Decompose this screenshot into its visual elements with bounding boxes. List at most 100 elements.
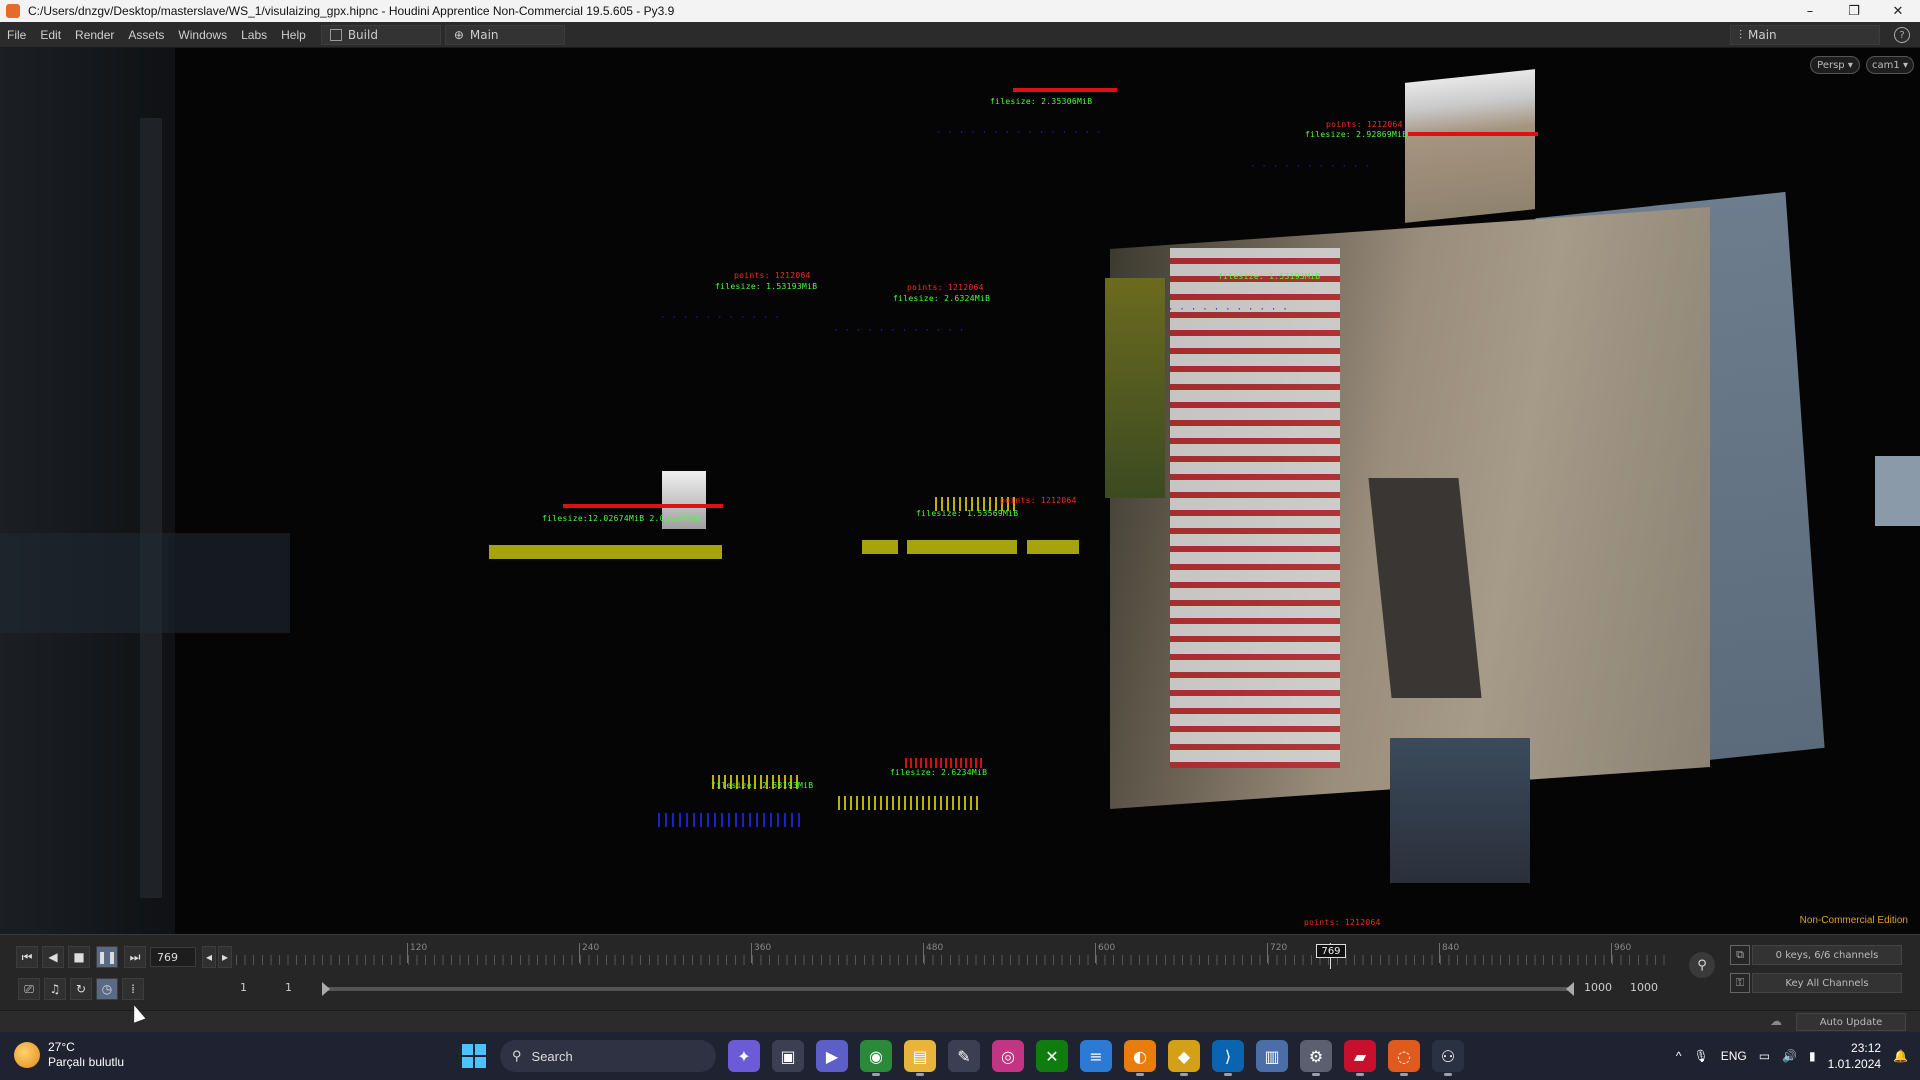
step-forward-button[interactable]: ▸: [218, 946, 232, 968]
audio-icon[interactable]: ♫: [44, 978, 66, 1000]
maximize-button[interactable]: ❐: [1832, 0, 1876, 22]
range-end-field[interactable]: 1000: [1584, 981, 1612, 994]
chrome-icon[interactable]: ◉: [860, 1040, 892, 1076]
desktop-selector[interactable]: Build: [320, 24, 441, 45]
window-controls: – ❐ ✕: [1788, 0, 1920, 22]
menu-windows[interactable]: Windows: [171, 28, 234, 42]
edition-watermark: Non-Commercial Edition: [1799, 915, 1908, 926]
instagram-icon[interactable]: ◎: [992, 1040, 1024, 1072]
range-end-field-2[interactable]: 1000: [1630, 981, 1658, 994]
chevron-up-icon[interactable]: ^: [1676, 1049, 1682, 1063]
step-back-button[interactable]: ◂: [202, 946, 216, 968]
range-knob-left[interactable]: [322, 982, 330, 996]
battery-icon[interactable]: ▮: [1809, 1049, 1816, 1063]
range-start-field-2[interactable]: 1: [285, 981, 292, 994]
taskbar-clock[interactable]: 23:12 1.01.2024: [1828, 1040, 1881, 1072]
blue-point-label: · · · · · · · · · · · ·: [833, 326, 965, 336]
timeline-tick-label: 480: [926, 943, 944, 953]
window-title: C:/Users/dnzgv/Desktop/masterslave/WS_1/…: [28, 4, 675, 18]
language-indicator[interactable]: ENG: [1721, 1049, 1747, 1063]
key-all-icon[interactable]: ⚿: [1730, 973, 1750, 993]
pane-selector[interactable]: ⊕ Main: [444, 24, 565, 45]
blender-icon[interactable]: ◐: [1124, 1040, 1156, 1076]
settings-icon[interactable]: ⚙: [1300, 1040, 1332, 1076]
vscode-icon[interactable]: ⟩: [1212, 1040, 1244, 1076]
bars-icon: ⫶: [1739, 27, 1743, 42]
weather-widget[interactable]: 27°C Parçalı bulutlu: [14, 1040, 124, 1070]
gpx-tick-cluster-blue: [658, 813, 803, 827]
start-button-icon[interactable]: [462, 1044, 486, 1068]
loop-icon[interactable]: ↻: [70, 978, 92, 1000]
viewport-fog-band: [0, 533, 290, 633]
play-reverse-button[interactable]: ◀: [42, 946, 64, 968]
acrobat-icon[interactable]: ▰: [1344, 1040, 1376, 1076]
menu-labs[interactable]: Labs: [234, 28, 274, 42]
key-all-channels-button[interactable]: Key All Channels: [1752, 973, 1902, 993]
pane-label: Main: [469, 27, 499, 42]
range-knob-right[interactable]: [1566, 982, 1574, 996]
scene-viewport[interactable]: Persp ▾ cam1 ▾ filesize: 2.35306MiB · · …: [0, 48, 1920, 934]
points-label: points: 1212064: [1326, 120, 1403, 129]
window-titlebar: C:/Users/dnzgv/Desktop/masterslave/WS_1/…: [0, 0, 1920, 22]
timeline-major-tick: [751, 943, 752, 963]
clock-icon[interactable]: ◷: [96, 978, 118, 1000]
blue-point-label: · · · · · · · · · · · · · · ·: [936, 128, 1102, 138]
filesize-label: filesize: 2.92869MiB: [1305, 130, 1408, 139]
right-desktop-selector[interactable]: ⫶ Main: [1730, 25, 1880, 45]
realtime-toggle[interactable]: ⎚: [18, 978, 40, 1000]
menu-edit[interactable]: Edit: [33, 28, 68, 42]
taskbar-search-label: Search: [531, 1048, 573, 1064]
steam-icon[interactable]: ⚇: [1432, 1040, 1464, 1076]
desktop-icon: [329, 28, 342, 41]
menu-help[interactable]: Help: [274, 28, 313, 42]
notepad-icon[interactable]: ≡: [1080, 1040, 1112, 1072]
task-view-icon[interactable]: ▣: [772, 1040, 804, 1072]
xbox-icon[interactable]: ✕: [1036, 1040, 1068, 1072]
feather-app-icon[interactable]: ✎: [948, 1040, 980, 1072]
git-icon[interactable]: ◆: [1168, 1040, 1200, 1076]
viewport-fog-bar: [140, 118, 162, 898]
minimize-button[interactable]: –: [1788, 0, 1832, 22]
menu-assets[interactable]: Assets: [121, 28, 171, 42]
taskbar-search[interactable]: ⚲ Search: [500, 1040, 716, 1072]
menu-render[interactable]: Render: [68, 28, 121, 42]
keys-icon[interactable]: ⧉: [1730, 945, 1750, 965]
file-explorer-icon[interactable]: ▤: [904, 1040, 936, 1076]
scoped-search-icon[interactable]: ⚲: [1689, 952, 1715, 978]
filesize-label: filesize: 2.35306MiB: [990, 97, 1093, 106]
close-button[interactable]: ✕: [1876, 0, 1920, 22]
houdini-app-icon: [6, 4, 20, 18]
current-frame-field[interactable]: 769: [150, 947, 196, 967]
microphone-icon[interactable]: 🎙: [1694, 1049, 1709, 1063]
widgets-icon[interactable]: ✦: [728, 1040, 760, 1072]
network-icon[interactable]: ▭: [1759, 1049, 1770, 1063]
timeline-tick-label: 360: [754, 943, 772, 953]
volume-icon[interactable]: 🔊: [1782, 1049, 1797, 1063]
timeline-major-tick: [407, 943, 408, 963]
filesize-label: filesize: 1.53569MiB: [916, 509, 1019, 518]
help-icon[interactable]: ?: [1894, 27, 1910, 43]
jump-start-button[interactable]: ⏮: [16, 946, 38, 968]
teams-icon[interactable]: ▶: [816, 1040, 848, 1072]
blue-point-label: · · · · · · · · · · ·: [1168, 305, 1289, 315]
stop-button[interactable]: ■: [68, 946, 90, 968]
notification-bell-icon[interactable]: 🔔: [1893, 1049, 1908, 1063]
timeline-major-tick: [1095, 943, 1096, 963]
timeline-tick-label: 840: [1442, 943, 1460, 953]
timeline-tick-label: 960: [1614, 943, 1632, 953]
sticky-app-icon[interactable]: ▥: [1256, 1040, 1288, 1072]
frame-range-slider[interactable]: [322, 982, 1574, 996]
range-start-field[interactable]: 1: [240, 981, 247, 994]
right-desktop-label: Main: [1748, 28, 1777, 42]
filesize-label: filesize: 2.53193MiB: [711, 781, 814, 790]
timeline-scrubber[interactable]: 120 240 360 480 600 720 840 960 769: [236, 943, 1666, 969]
pause-button[interactable]: ❚❚: [96, 946, 118, 968]
houdini-taskbar-icon[interactable]: ◌: [1388, 1040, 1420, 1076]
keys-channels-dropdown[interactable]: 0 keys, 6/6 channels: [1752, 945, 1902, 965]
points-label: points: 1212064: [1304, 918, 1381, 927]
auto-update-dropdown[interactable]: Auto Update: [1796, 1013, 1906, 1031]
menu-file[interactable]: File: [0, 28, 33, 42]
jump-end-button[interactable]: ⏭: [124, 946, 146, 968]
frame-step-icon[interactable]: ⁞: [122, 978, 144, 1000]
filesize-label: filesize: 2.6234MiB: [890, 768, 988, 777]
